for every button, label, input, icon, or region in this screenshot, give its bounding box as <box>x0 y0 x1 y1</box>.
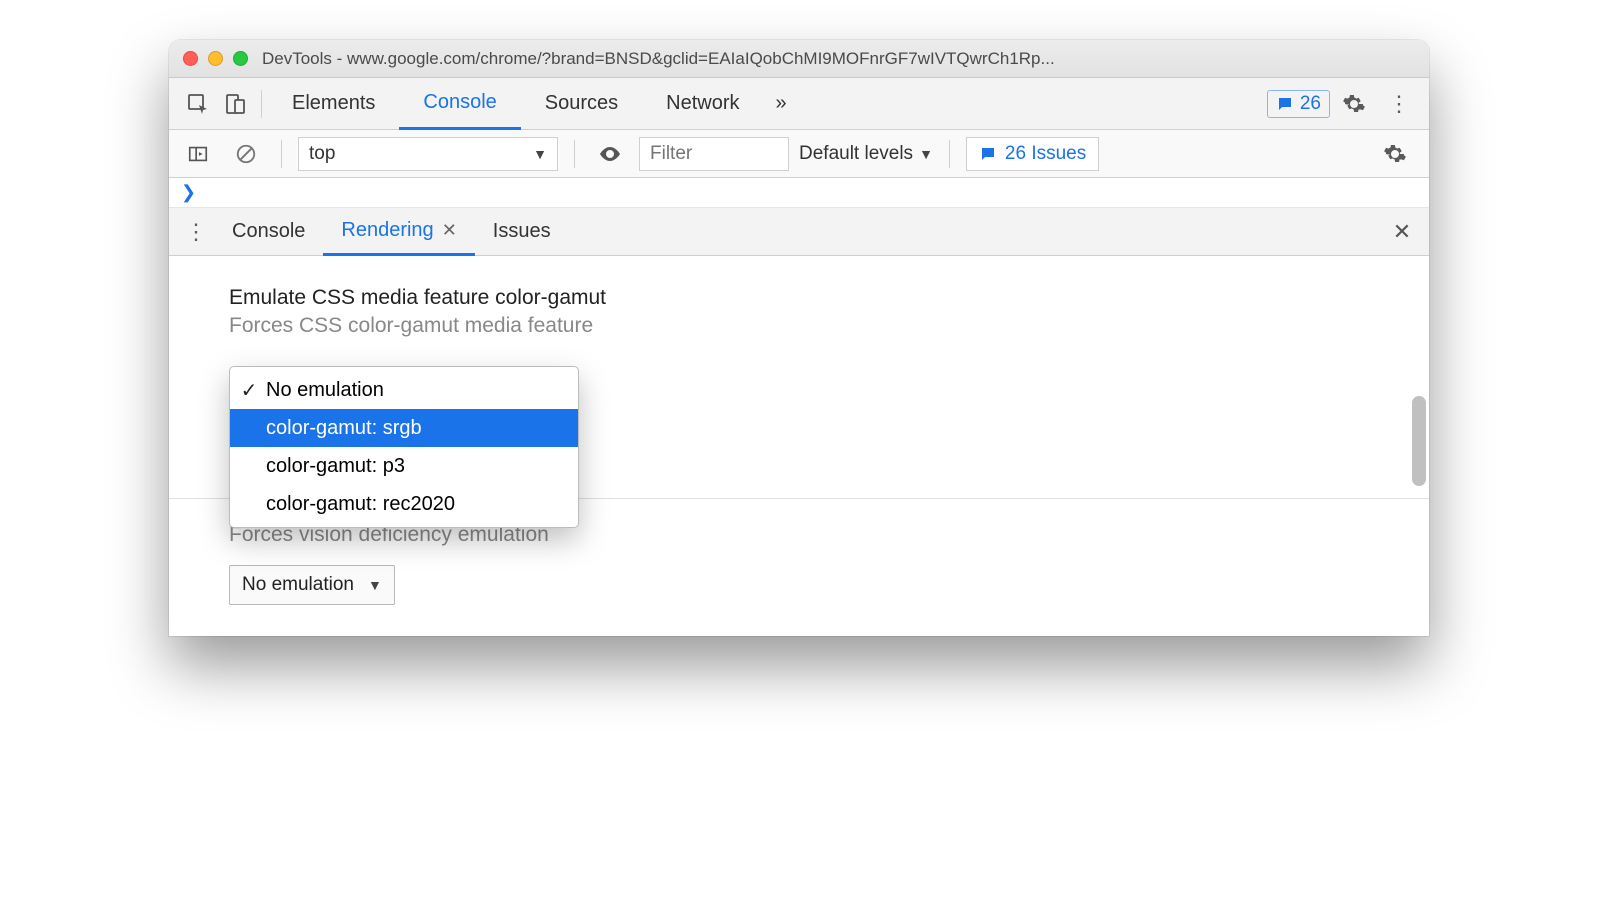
message-icon <box>1276 95 1294 113</box>
tab-console[interactable]: Console <box>399 78 520 130</box>
dropdown-option-label: color-gamut: srgb <box>266 417 422 440</box>
issues-button[interactable]: 26 Issues <box>966 137 1099 171</box>
execution-context-label: top <box>309 143 335 165</box>
close-drawer-icon[interactable]: ✕ <box>1383 213 1421 251</box>
color-gamut-subtitle: Forces CSS color-gamut media feature <box>229 314 1369 338</box>
execution-context-select[interactable]: top ▼ <box>298 137 558 171</box>
drawer-tab-rendering-label: Rendering <box>341 219 433 242</box>
settings-gear-icon[interactable] <box>1330 92 1378 116</box>
console-toolbar: top ▼ Default levels ▼ 26 Issues <box>169 130 1429 178</box>
devtools-window: DevTools - www.google.com/chrome/?brand=… <box>169 40 1429 636</box>
main-tabstrip: Elements Console Sources Network » 26 ⋮ <box>169 78 1429 130</box>
dropdown-option-p3[interactable]: color-gamut: p3 <box>230 447 578 485</box>
close-icon[interactable]: ✕ <box>442 220 457 241</box>
separator <box>281 140 282 168</box>
issues-badge[interactable]: 26 <box>1267 90 1330 118</box>
vision-deficiency-select-value: No emulation <box>242 574 354 596</box>
drawer-tab-console[interactable]: Console <box>214 208 323 256</box>
live-expression-eye-icon[interactable] <box>591 135 629 173</box>
tabs-overflow-button[interactable]: » <box>764 78 799 130</box>
dropdown-option-label: color-gamut: p3 <box>266 455 405 478</box>
drawer-tab-rendering[interactable]: Rendering ✕ <box>323 208 474 256</box>
separator <box>261 90 262 118</box>
caret-down-icon: ▼ <box>368 577 382 593</box>
zoom-window-button[interactable] <box>233 51 248 66</box>
drawer-tab-issues[interactable]: Issues <box>475 208 569 256</box>
dropdown-option-label: No emulation <box>266 379 384 402</box>
console-settings-gear-icon[interactable] <box>1371 142 1419 166</box>
color-gamut-title: Emulate CSS media feature color-gamut <box>229 286 1369 310</box>
log-levels-label: Default levels <box>799 143 913 165</box>
separator <box>949 140 950 168</box>
issues-badge-count: 26 <box>1300 93 1321 115</box>
issues-button-label: 26 Issues <box>1005 143 1086 165</box>
drawer-more-menu-icon[interactable]: ⋮ <box>177 219 214 245</box>
color-gamut-dropdown-menu: ✓ No emulation color-gamut: srgb color-g… <box>229 366 579 528</box>
tab-network[interactable]: Network <box>642 78 763 130</box>
window-title: DevTools - www.google.com/chrome/?brand=… <box>262 49 1055 69</box>
traffic-lights <box>183 51 248 66</box>
toggle-sidebar-icon[interactable] <box>179 135 217 173</box>
console-prompt[interactable]: ❯ <box>169 178 1429 208</box>
log-levels-select[interactable]: Default levels ▼ <box>799 143 933 165</box>
clear-console-icon[interactable] <box>227 135 265 173</box>
caret-down-icon: ▼ <box>919 146 933 162</box>
dropdown-option-no-emulation[interactable]: ✓ No emulation <box>230 371 578 409</box>
rendering-panel: Emulate CSS media feature color-gamut Fo… <box>169 256 1429 636</box>
message-icon <box>979 145 997 163</box>
inspect-element-icon[interactable] <box>179 85 217 123</box>
minimize-window-button[interactable] <box>208 51 223 66</box>
tab-sources[interactable]: Sources <box>521 78 642 130</box>
titlebar: DevTools - www.google.com/chrome/?brand=… <box>169 40 1429 78</box>
vision-deficiency-select[interactable]: No emulation ▼ <box>229 565 395 605</box>
dropdown-option-srgb[interactable]: color-gamut: srgb <box>230 409 578 447</box>
dropdown-option-rec2020[interactable]: color-gamut: rec2020 <box>230 485 578 523</box>
drawer-tabstrip: ⋮ Console Rendering ✕ Issues ✕ <box>169 208 1429 256</box>
tab-elements[interactable]: Elements <box>268 78 399 130</box>
checkmark-icon: ✓ <box>240 378 258 403</box>
caret-down-icon: ▼ <box>533 146 547 162</box>
filter-input[interactable] <box>639 137 789 171</box>
separator <box>574 140 575 168</box>
more-menu-icon[interactable]: ⋮ <box>1378 91 1419 117</box>
device-toolbar-icon[interactable] <box>217 85 255 123</box>
close-window-button[interactable] <box>183 51 198 66</box>
dropdown-option-label: color-gamut: rec2020 <box>266 493 455 516</box>
